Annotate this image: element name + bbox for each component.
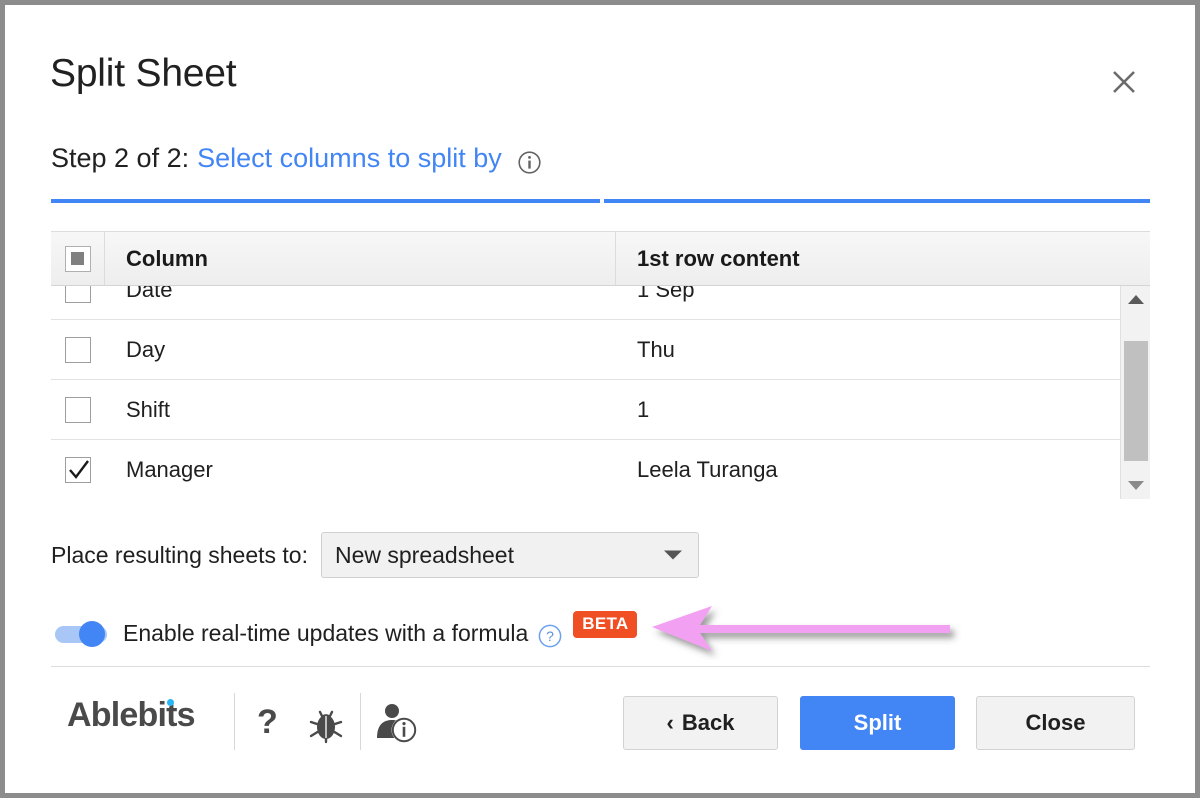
step-progress-bar (51, 199, 1150, 203)
row-checkbox[interactable] (65, 336, 91, 363)
row-column-name: Shift (126, 396, 171, 422)
table-header-row: Column 1st row content (51, 232, 1150, 286)
back-button-label: Back (681, 710, 735, 735)
select-all-checkbox[interactable] (64, 245, 91, 272)
table-body-viewport: Date 1 Sep Day Thu Shift 1 Manager Leela… (51, 286, 1150, 499)
table-body: Date 1 Sep Day Thu Shift 1 Manager Leela… (51, 286, 1150, 499)
split-button[interactable]: Split (800, 696, 955, 750)
ablebits-logo-text: Ablebits (67, 696, 196, 734)
step-prefix: Step 2 of 2: (51, 143, 190, 173)
help-icon[interactable]: ? (257, 703, 278, 742)
chevron-down-icon (663, 550, 682, 560)
split-sheet-dialog: Split Sheet Step 2 of 2: Select columns … (5, 5, 1195, 793)
select-all-cell[interactable] (51, 232, 105, 285)
step-indicator: Step 2 of 2: Select columns to split by (51, 143, 541, 174)
beta-badge: BETA (573, 611, 638, 638)
row-first-content: 1 Sep (637, 286, 695, 302)
close-button[interactable]: Close (976, 696, 1135, 750)
row-column-name: Date (126, 286, 173, 302)
account-info-icon[interactable] (373, 700, 423, 753)
close-button-label: Close (1025, 710, 1086, 735)
table-row[interactable]: Shift 1 (51, 380, 1150, 440)
split-button-label: Split (853, 710, 902, 735)
realtime-updates-row: Enable real-time updates with a formula … (55, 611, 638, 656)
header-first-row-content: 1st row content (637, 245, 800, 271)
footer-separator (360, 693, 361, 750)
table-row[interactable]: Date 1 Sep (51, 286, 1150, 320)
close-icon[interactable] (1105, 63, 1143, 101)
row-checkbox[interactable] (65, 456, 91, 483)
step-link[interactable]: Select columns to split by (197, 143, 502, 174)
info-icon[interactable] (518, 150, 541, 174)
annotation-arrow-icon (650, 600, 980, 660)
question-mark-icon[interactable]: ? (538, 624, 562, 648)
row-checkbox[interactable] (65, 396, 91, 423)
place-results-row: Place resulting sheets to: New spreadshe… (51, 532, 699, 578)
place-results-label: Place resulting sheets to: (51, 541, 308, 568)
row-column-name: Manager (126, 456, 213, 482)
row-column-name: Day (126, 336, 166, 362)
chevron-left-icon: ‹ (666, 710, 674, 735)
toggle-knob (79, 620, 105, 647)
row-first-content: 1 (637, 396, 650, 422)
ablebits-logo: Ablebits (67, 696, 196, 735)
header-column: Column (105, 232, 616, 285)
scroll-up-arrow-icon[interactable] (1121, 286, 1151, 312)
progress-segment-1 (51, 199, 600, 203)
realtime-updates-label: Enable real-time updates with a formula (123, 620, 529, 646)
footer-divider (51, 666, 1150, 667)
progress-segment-2 (604, 199, 1150, 203)
destination-select-value: New spreadsheet (334, 541, 514, 568)
page-title: Split Sheet (50, 52, 237, 95)
table-row[interactable]: Manager Leela Turanga (51, 440, 1150, 499)
row-checkbox-cell[interactable] (51, 286, 105, 303)
row-checkbox-cell[interactable] (51, 336, 105, 363)
scroll-down-arrow-icon[interactable] (1121, 473, 1151, 499)
row-first-content: Leela Turanga (637, 456, 778, 482)
row-checkbox-cell[interactable] (51, 456, 105, 483)
back-button[interactable]: ‹ Back (623, 696, 778, 750)
columns-table: Column 1st row content Date 1 Sep Day Th… (51, 231, 1150, 499)
realtime-updates-toggle[interactable] (55, 620, 107, 647)
ablebits-logo-dot (166, 699, 174, 706)
table-row[interactable]: Day Thu (51, 320, 1150, 380)
destination-select[interactable]: New spreadsheet (320, 532, 699, 578)
footer-separator (234, 693, 235, 750)
table-vertical-scrollbar[interactable] (1120, 286, 1150, 499)
bug-icon[interactable] (305, 703, 347, 750)
row-first-content: Thu (637, 336, 675, 362)
row-checkbox-cell[interactable] (51, 396, 105, 423)
svg-text:?: ? (546, 628, 554, 644)
row-checkbox[interactable] (65, 286, 91, 303)
scrollbar-thumb[interactable] (1124, 341, 1148, 461)
